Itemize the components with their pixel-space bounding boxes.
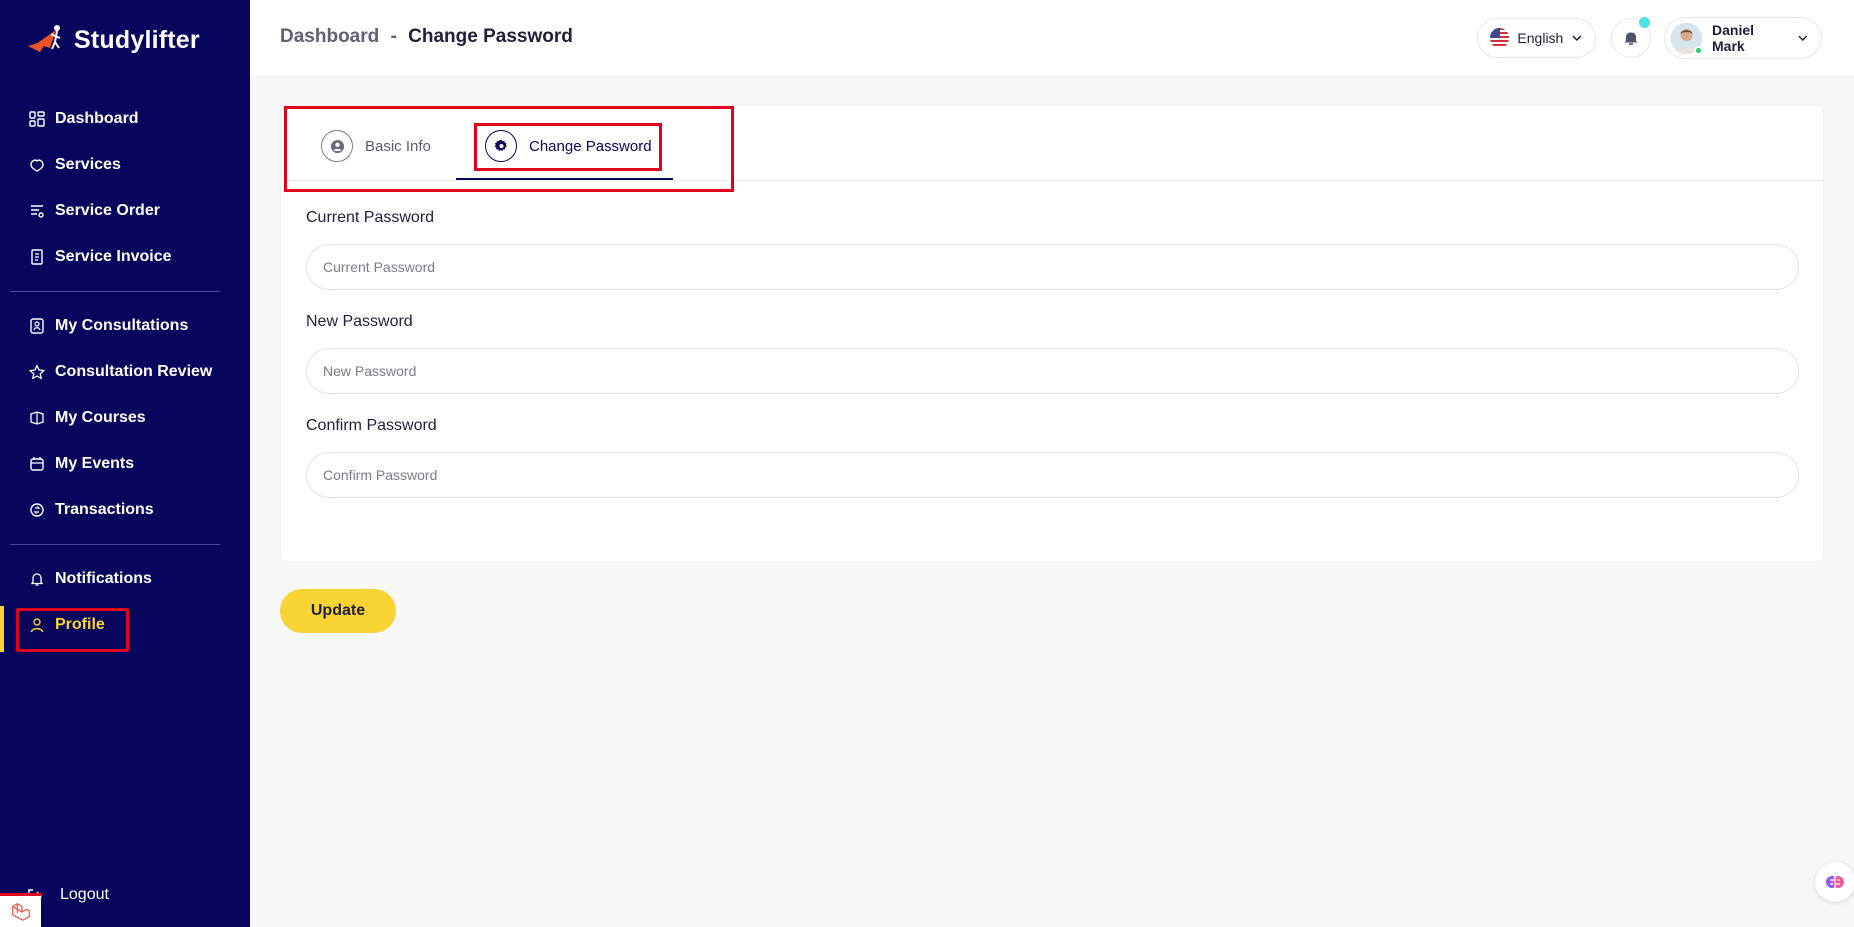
notification-dot [1639,17,1650,28]
breadcrumb-root[interactable]: Dashboard [280,26,379,47]
bell-icon [1624,32,1638,45]
sidebar-item-dashboard[interactable]: Dashboard [0,96,250,142]
brain-icon [1826,876,1844,888]
sidebar-item-label: My Courses [55,409,146,426]
courses-icon [29,410,45,426]
confirm-password-label: Confirm Password [306,417,437,434]
sidebar-nav: Dashboard Services Service Order Service… [0,96,250,648]
language-label: English [1517,30,1564,46]
sidebar-divider [10,291,220,292]
confirm-password-input[interactable] [306,452,1799,498]
sidebar-item-label: My Events [55,455,135,472]
current-password-label: Current Password [306,209,435,226]
bell-icon [29,571,45,587]
sidebar-item-services[interactable]: Services [0,142,250,188]
sidebar-item-label: Services [55,156,121,173]
us-flag-icon [1490,28,1510,48]
sidebar-divider [10,544,220,545]
sidebar-item-my-events[interactable]: My Events [0,441,250,487]
highlight-box-change-password-tab [474,123,662,171]
avatar [1671,22,1703,55]
logo-icon [26,22,66,58]
user-menu[interactable]: Daniel Mark [1664,17,1822,59]
assistant-button[interactable] [1815,862,1854,902]
sidebar-item-service-invoice[interactable]: Service Invoice [0,234,250,280]
app-logo[interactable]: Studylifter [26,22,200,58]
sidebar-item-notifications[interactable]: Notifications [0,556,250,602]
sidebar-item-consultation-review[interactable]: Consultation Review [0,349,250,395]
laravel-icon[interactable] [0,893,41,927]
services-icon [29,157,45,173]
sidebar: Studylifter Dashboard Services Service O… [0,0,250,927]
sidebar-item-label: Dashboard [55,110,139,127]
chevron-down-icon [1572,35,1582,41]
sidebar-item-my-courses[interactable]: My Courses [0,395,250,441]
sidebar-item-label: My Consultations [55,317,189,334]
sidebar-item-transactions[interactable]: Transactions [0,487,250,533]
update-button[interactable]: Update [280,589,396,633]
new-password-input[interactable] [306,348,1799,394]
sidebar-item-label: Transactions [55,501,154,518]
logout-link[interactable]: Logout [60,886,109,904]
dashboard-icon [29,111,45,127]
service-order-icon [29,203,45,219]
new-password-label: New Password [306,313,413,330]
sidebar-item-label: Consultation Review [55,363,213,380]
current-password-input[interactable] [306,244,1799,290]
invoice-icon [29,249,45,265]
top-bar: Dashboard - Change Password English Dani… [250,0,1854,75]
online-status-icon [1694,45,1703,55]
sidebar-item-label: Service Order [55,202,160,219]
sidebar-item-my-consultations[interactable]: My Consultations [0,303,250,349]
sidebar-item-label: Service Invoice [55,248,172,265]
app-name: Studylifter [74,25,200,54]
events-icon [29,456,45,472]
star-icon [29,364,45,380]
active-indicator [0,606,4,652]
chevron-down-icon [1798,35,1808,41]
sidebar-item-service-order[interactable]: Service Order [0,188,250,234]
breadcrumb-separator: - [390,26,397,47]
highlight-box-profile [16,608,129,652]
consultations-icon [29,318,45,334]
sidebar-item-label: Notifications [55,570,152,587]
breadcrumb-current: Change Password [408,26,573,47]
breadcrumb: Dashboard - Change Password [280,26,573,48]
language-selector[interactable]: English [1477,18,1596,58]
transactions-icon [29,502,45,518]
user-name: Daniel Mark [1712,22,1755,54]
